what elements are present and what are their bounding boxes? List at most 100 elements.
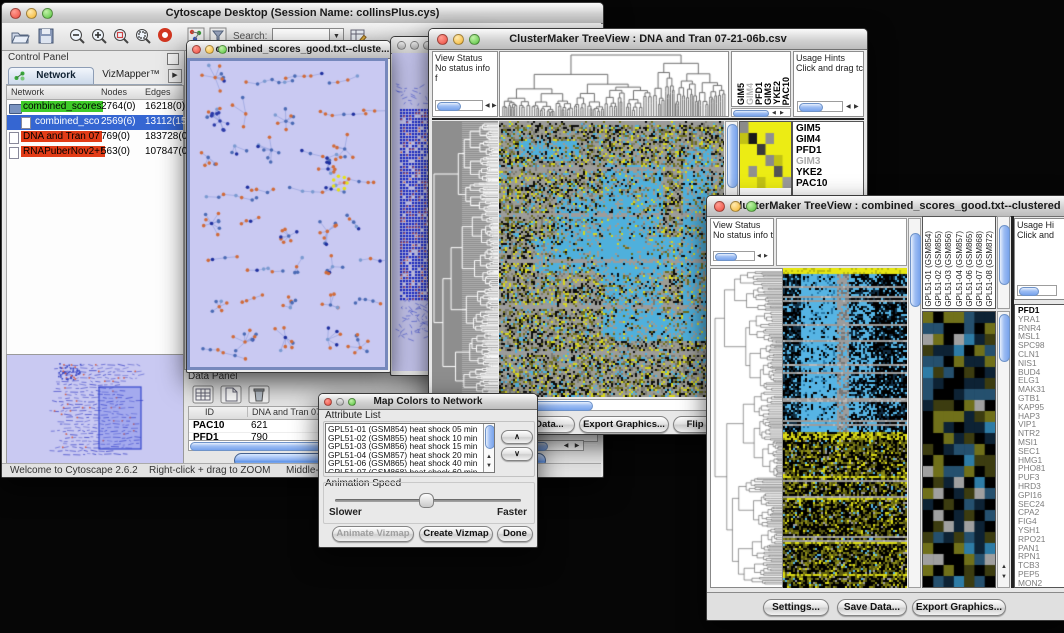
treeview2-titlebar[interactable]: ClusterMaker TreeView : combined_scores_… bbox=[707, 196, 1064, 217]
column-label[interactable]: GPL51-04 (GSM857) bbox=[955, 231, 964, 307]
tv2-heatmap-vscroll-pill[interactable] bbox=[910, 233, 921, 307]
close-button[interactable] bbox=[397, 41, 406, 50]
map-colors-dialog[interactable]: Map Colors to Network Attribute List GPL… bbox=[318, 393, 538, 548]
tv1-hints-scrollbar[interactable] bbox=[797, 101, 843, 112]
network-overview-panel[interactable] bbox=[6, 354, 184, 466]
close-button[interactable] bbox=[192, 45, 201, 54]
gene-label[interactable]: YKE2 bbox=[796, 167, 863, 178]
network-list-header-cell[interactable]: Nodes bbox=[101, 87, 127, 97]
column-label[interactable]: GPL51-07 (GSM868) bbox=[975, 231, 984, 307]
tv1-heatmap[interactable] bbox=[499, 121, 724, 397]
scroll-right-icon[interactable]: ▶ bbox=[492, 103, 497, 109]
network-list-row[interactable]: combined_scores2764(0)16218(0) bbox=[7, 100, 183, 115]
minimize-button[interactable] bbox=[336, 398, 344, 406]
network-list-header-cell[interactable]: Network bbox=[11, 87, 44, 97]
tv1-collabel-scroll-pill[interactable] bbox=[733, 110, 769, 117]
network-name[interactable]: RNAPuberNov2+! bbox=[21, 146, 105, 157]
scroll-right-icon[interactable]: ▶ bbox=[854, 104, 859, 110]
tv1-row-dendrogram[interactable] bbox=[432, 121, 498, 397]
scroll-left-icon[interactable]: ◀ bbox=[757, 254, 761, 259]
zoom-window-button[interactable] bbox=[218, 45, 227, 54]
scroll-up-icon[interactable]: ▲ bbox=[1001, 564, 1007, 570]
network-view-canvas[interactable] bbox=[190, 61, 385, 367]
tv2-column-dendrogram[interactable] bbox=[776, 218, 907, 266]
tv2-collabel-scroll-pill[interactable] bbox=[999, 225, 1010, 285]
minimize-button[interactable] bbox=[410, 41, 419, 50]
tv2-status-scroll-pill[interactable] bbox=[715, 253, 737, 261]
float-panel-icon[interactable] bbox=[167, 53, 179, 65]
column-label[interactable]: GPL51-01 (GSM854) bbox=[924, 231, 933, 307]
tv1-column-dendrogram[interactable] bbox=[499, 51, 729, 117]
network-name[interactable]: combined_scores bbox=[21, 101, 103, 112]
network-list-row[interactable]: DNA and Tran 07769(0)183728(0) bbox=[7, 130, 183, 145]
network-view-window[interactable]: combined_scores_good.txt--cluste... bbox=[186, 40, 391, 373]
gene-label[interactable]: GIM5 bbox=[796, 123, 863, 134]
scroll-right-icon[interactable]: ▶ bbox=[780, 111, 784, 116]
done-button[interactable]: Done bbox=[497, 526, 533, 542]
network-overview-canvas[interactable] bbox=[7, 355, 181, 463]
minimize-button[interactable] bbox=[730, 201, 741, 212]
tv1-column-dendrogram-canvas[interactable] bbox=[500, 52, 728, 116]
tv1-heatmap-vscroll-pill[interactable] bbox=[727, 124, 738, 188]
tv2-row-dendrogram[interactable] bbox=[710, 268, 783, 588]
scroll-right-icon[interactable]: ▶ bbox=[572, 443, 582, 449]
tab-network[interactable]: Network bbox=[8, 67, 94, 84]
tv2-hints-scrollbar[interactable] bbox=[1017, 285, 1057, 296]
tv1-collabel-scrollbar[interactable]: ◀ ▶ bbox=[731, 108, 791, 117]
gene-label[interactable]: MON2 bbox=[1018, 579, 1064, 588]
scroll-down-icon[interactable]: ▼ bbox=[486, 463, 492, 469]
tv1-hints-scroll-pill[interactable] bbox=[799, 103, 823, 112]
scroll-right-icon[interactable]: ▶ bbox=[764, 254, 768, 259]
column-label[interactable]: GPL51-06 (GSM865) bbox=[965, 231, 974, 307]
attribute-list-scrollbar[interactable]: ▲ ▼ bbox=[483, 424, 494, 472]
tv2-status-scrollbar[interactable] bbox=[713, 251, 755, 261]
tv2-collabel-vscrollbar[interactable] bbox=[997, 216, 1010, 309]
network-list-header-cell[interactable]: Edges bbox=[145, 87, 171, 97]
tv2-heatmap-vscrollbar[interactable] bbox=[908, 218, 921, 588]
zoom-fit-icon[interactable] bbox=[134, 27, 152, 45]
network-list-row[interactable]: combined_sco2569(6)13112(15) bbox=[7, 115, 183, 130]
tv1-detail-canvas[interactable] bbox=[740, 122, 791, 188]
new-attribute-icon[interactable] bbox=[220, 385, 242, 404]
network-name[interactable]: combined_sco bbox=[33, 116, 101, 127]
delete-attribute-icon[interactable] bbox=[248, 385, 270, 404]
tv2-heatmap[interactable] bbox=[783, 268, 907, 588]
attribute-table-icon[interactable] bbox=[192, 385, 214, 404]
network-list-row[interactable]: RNAPuberNov2+!563(0)107847(0) bbox=[7, 145, 183, 160]
tv2-export-graphics-button[interactable]: Export Graphics... bbox=[912, 599, 1006, 616]
tv2-detail-panel[interactable] bbox=[922, 311, 996, 588]
open-session-icon[interactable] bbox=[10, 27, 30, 45]
attribute-list-item[interactable]: GPL51-07 (GSM868) heat shock 60 min bbox=[328, 468, 492, 473]
tv1-row-dendrogram-canvas[interactable] bbox=[432, 121, 498, 397]
gene-label[interactable]: GIM3 bbox=[796, 156, 863, 167]
tv1-heatmap-canvas[interactable] bbox=[499, 121, 724, 397]
tab-vizmapper[interactable]: VizMapper™ bbox=[98, 69, 164, 83]
minimize-button[interactable] bbox=[205, 45, 214, 54]
tv2-detail-vscrollbar[interactable]: ▲ ▼ bbox=[997, 311, 1010, 588]
zoom-out-icon[interactable] bbox=[68, 27, 86, 45]
tv2-heatmap-canvas[interactable] bbox=[783, 268, 907, 588]
tv2-settings-button[interactable]: Settings... bbox=[763, 599, 829, 616]
zoom-window-button[interactable] bbox=[746, 201, 757, 212]
tv2-detail-canvas[interactable] bbox=[923, 312, 995, 587]
zoom-in-icon[interactable] bbox=[90, 27, 108, 45]
gene-label[interactable]: PAC10 bbox=[796, 178, 863, 189]
save-session-icon[interactable] bbox=[37, 27, 55, 45]
tv2-hints-scroll-pill[interactable] bbox=[1019, 287, 1039, 296]
move-up-button[interactable]: ∧ bbox=[501, 430, 533, 444]
tv2-save-data-button[interactable]: Save Data... bbox=[837, 599, 907, 616]
gene-label[interactable]: GIM4 bbox=[796, 134, 863, 145]
scroll-left-icon[interactable]: ◀ bbox=[485, 103, 490, 109]
zoom-selected-icon[interactable] bbox=[112, 27, 130, 45]
tv1-status-scroll-pill[interactable] bbox=[437, 102, 461, 111]
help-lifesaver-icon[interactable] bbox=[158, 28, 172, 42]
tv1-export-graphics-button[interactable]: Export Graphics... bbox=[579, 416, 669, 433]
minimize-button[interactable] bbox=[453, 34, 464, 45]
column-label[interactable]: GPL51-02 (GSM855) bbox=[934, 231, 943, 307]
tv1-status-scrollbar[interactable] bbox=[435, 100, 483, 111]
scroll-left-icon[interactable]: ◀ bbox=[772, 111, 776, 116]
scroll-left-icon[interactable]: ◀ bbox=[846, 104, 851, 110]
close-button[interactable] bbox=[714, 201, 725, 212]
attribute-scroll-pill[interactable] bbox=[485, 425, 495, 449]
tab-overflow-button[interactable]: ▶ bbox=[168, 69, 182, 83]
